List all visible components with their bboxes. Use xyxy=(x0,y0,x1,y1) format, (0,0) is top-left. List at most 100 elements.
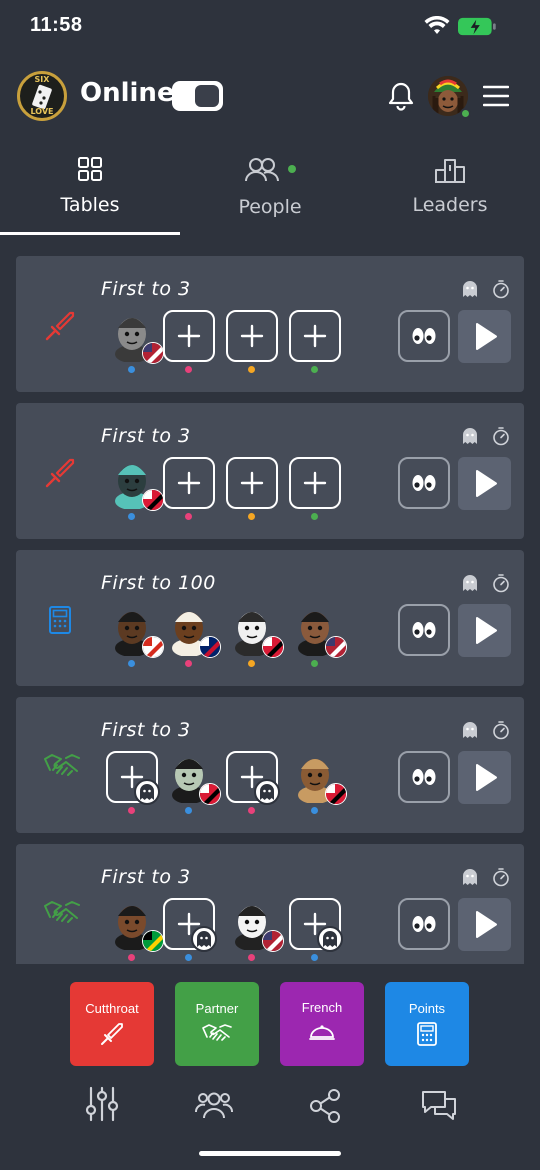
table-card[interactable]: First to 3 xyxy=(16,403,524,539)
tab-people[interactable]: People xyxy=(180,150,360,236)
seat-color-dot xyxy=(311,366,318,373)
partner-button[interactable]: Partner xyxy=(175,982,259,1066)
table-card[interactable]: First to 3 xyxy=(16,256,524,392)
empty-seat-button[interactable] xyxy=(106,751,160,805)
app-header: SIX LOVE Online xyxy=(0,66,540,128)
flag-badge xyxy=(262,930,284,952)
player-seat[interactable] xyxy=(163,751,221,805)
ghost-icon xyxy=(197,931,211,947)
bell-icon[interactable] xyxy=(387,81,415,111)
spectate-button[interactable] xyxy=(398,310,450,362)
tt-flag xyxy=(263,637,283,657)
seat-color-dot xyxy=(185,366,192,373)
french-button[interactable]: French xyxy=(280,982,364,1066)
empty-seat-button[interactable] xyxy=(226,457,278,509)
empty-seat-button[interactable] xyxy=(289,310,341,362)
eyes-icon xyxy=(412,475,436,491)
uk-flag xyxy=(200,637,220,657)
seat-color-dot xyxy=(248,366,255,373)
share-icon[interactable] xyxy=(308,1088,342,1124)
flag-badge xyxy=(199,783,221,805)
seat-color-dot xyxy=(128,660,135,667)
player-seat[interactable] xyxy=(289,604,347,658)
table-mode-icon xyxy=(44,604,76,636)
player-seat[interactable] xyxy=(106,898,164,952)
ghost-badge xyxy=(191,926,217,952)
chat-icon[interactable] xyxy=(421,1090,457,1122)
plus-icon xyxy=(303,471,327,495)
spectate-button[interactable] xyxy=(398,604,450,656)
ghost-icon xyxy=(463,281,477,297)
tab-tables-label: Tables xyxy=(60,194,120,216)
seat-color-dot xyxy=(185,660,192,667)
sword-icon xyxy=(45,458,75,488)
empty-seat-button[interactable] xyxy=(163,457,215,509)
mode-bar: Cutthroat Partner French Points xyxy=(0,982,540,1068)
seat-color-dot xyxy=(128,807,135,814)
ghost-badge xyxy=(134,779,160,805)
six-love-logo[interactable]: SIX LOVE xyxy=(17,71,67,121)
tt-flag xyxy=(326,784,346,804)
timer-icon xyxy=(493,868,509,887)
play-button[interactable] xyxy=(458,457,511,510)
calculator-icon xyxy=(49,606,71,634)
timer-icon xyxy=(493,721,509,740)
seat-color-dot xyxy=(248,807,255,814)
podium-icon xyxy=(435,159,465,183)
table-mode-icon xyxy=(44,898,80,930)
tab-tables[interactable]: Tables xyxy=(0,150,180,236)
tab-leaders[interactable]: Leaders xyxy=(360,150,540,236)
group-icon[interactable] xyxy=(195,1090,233,1120)
play-button[interactable] xyxy=(458,751,511,804)
ghost-icon xyxy=(140,784,154,800)
plus-icon xyxy=(240,471,264,495)
ghost-icon xyxy=(462,868,478,890)
flag-badge xyxy=(199,636,221,658)
play-button[interactable] xyxy=(458,604,511,657)
table-title: First to 3 xyxy=(101,278,191,300)
flag-badge xyxy=(142,930,164,952)
ca-flag xyxy=(143,637,163,657)
cutthroat-button[interactable]: Cutthroat xyxy=(70,982,154,1066)
handshake-icon xyxy=(202,1024,232,1041)
table-card[interactable]: First to 3 xyxy=(16,844,524,964)
seat-color-dot xyxy=(128,513,135,520)
spectate-button[interactable] xyxy=(398,898,450,950)
partner-label: Partner xyxy=(195,1001,239,1016)
timer-icon xyxy=(493,280,509,299)
play-button[interactable] xyxy=(458,898,511,951)
table-card[interactable]: First to 100 xyxy=(16,550,524,686)
empty-seat-button[interactable] xyxy=(163,898,217,952)
eyes-icon xyxy=(412,328,436,344)
player-seat[interactable] xyxy=(163,604,221,658)
player-seat[interactable] xyxy=(226,604,284,658)
online-toggle[interactable] xyxy=(172,81,223,111)
player-seat[interactable] xyxy=(106,310,164,364)
seat-color-dot xyxy=(248,954,255,961)
player-seat[interactable] xyxy=(106,604,164,658)
tt-flag xyxy=(200,784,220,804)
empty-seat-button[interactable] xyxy=(289,457,341,509)
play-icon xyxy=(476,911,497,938)
points-button[interactable]: Points xyxy=(385,982,469,1066)
sliders-icon[interactable] xyxy=(85,1086,119,1122)
empty-seat-button[interactable] xyxy=(226,310,278,362)
grid-icon xyxy=(78,157,102,181)
spectate-button[interactable] xyxy=(398,751,450,803)
us-flag xyxy=(263,931,283,951)
empty-seat-button[interactable] xyxy=(163,310,215,362)
table-card[interactable]: First to 3 xyxy=(16,697,524,833)
player-seat[interactable] xyxy=(226,898,284,952)
jm-flag xyxy=(143,931,163,951)
empty-seat-button[interactable] xyxy=(226,751,280,805)
table-list[interactable]: First to 3 First to 3 First to 100 First… xyxy=(16,256,524,964)
hamburger-menu-icon[interactable] xyxy=(483,85,509,107)
empty-seat-button[interactable] xyxy=(289,898,343,952)
player-seat[interactable] xyxy=(106,457,164,511)
player-seat[interactable] xyxy=(289,751,347,805)
table-mode-icon xyxy=(44,457,76,489)
spectate-button[interactable] xyxy=(398,457,450,509)
play-button[interactable] xyxy=(458,310,511,363)
seat-color-dot xyxy=(248,513,255,520)
ghost-icon xyxy=(463,869,477,885)
